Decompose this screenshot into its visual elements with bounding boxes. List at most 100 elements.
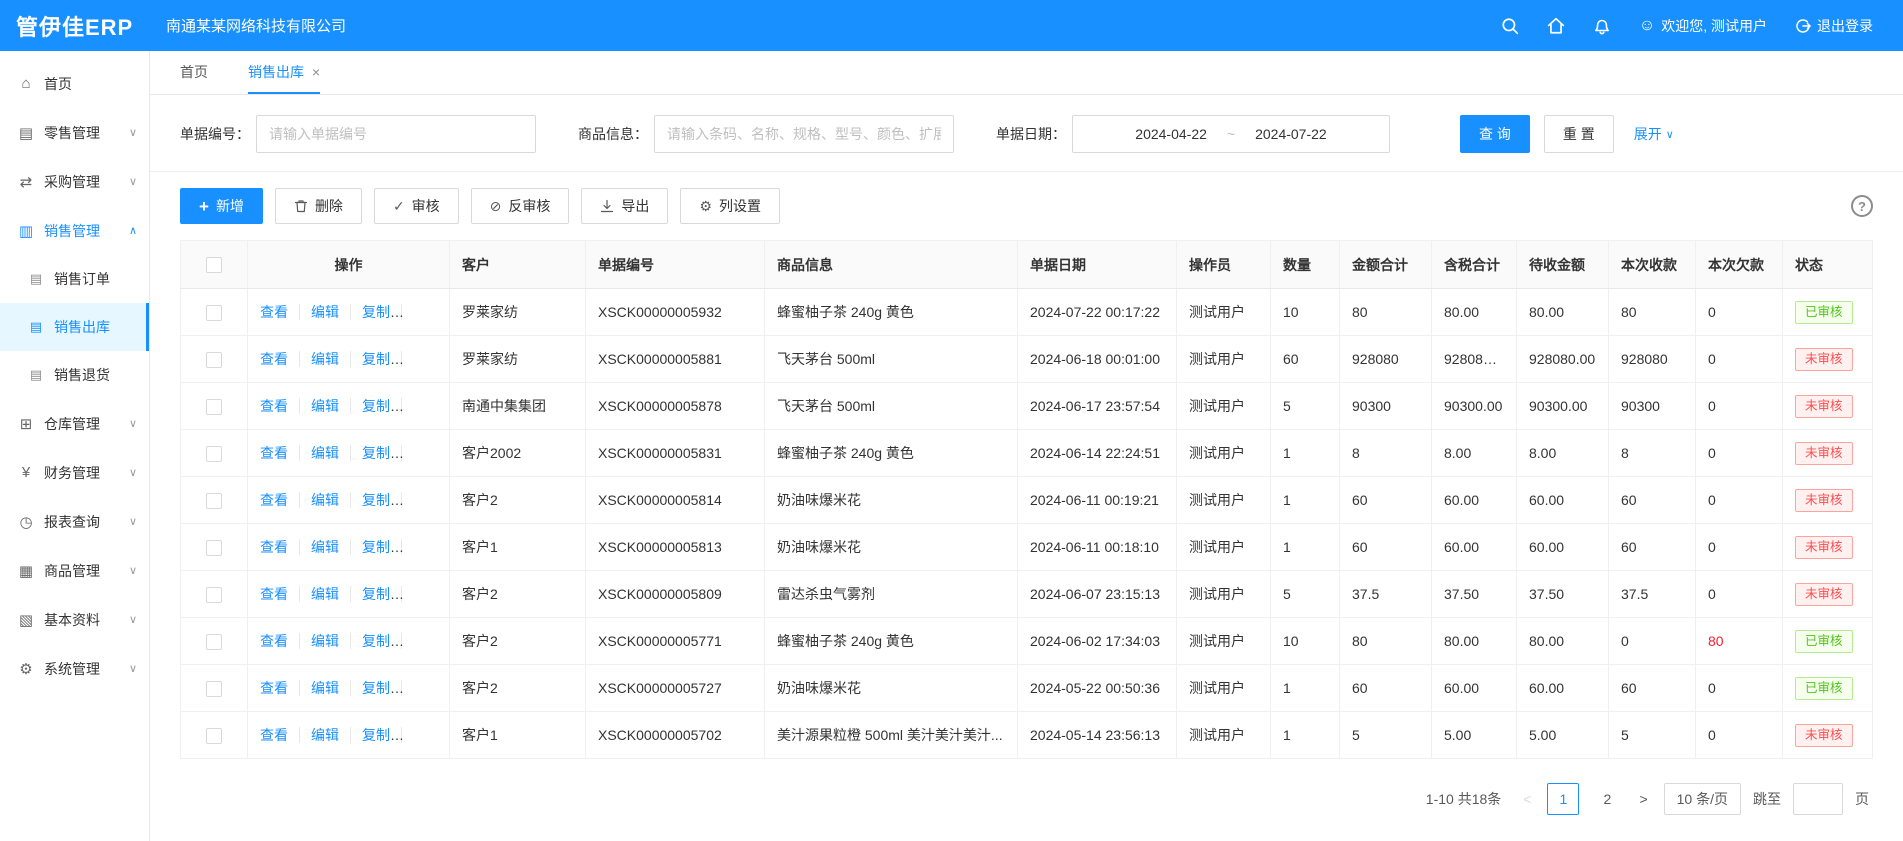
delete-link[interactable]: 删除 <box>401 586 441 602</box>
copy-link[interactable]: 复制 <box>350 633 390 649</box>
status-badge: 已审核 <box>1795 301 1853 324</box>
copy-link[interactable]: 复制 <box>350 586 390 602</box>
edit-link[interactable]: 编辑 <box>299 680 339 696</box>
search-button[interactable]: 查 询 <box>1460 115 1530 153</box>
copy-link[interactable]: 复制 <box>350 727 390 743</box>
sidebar-item-warehouse[interactable]: ⊞ 仓库管理 ∨ <box>0 399 149 448</box>
sidebar-item-sales[interactable]: ▥ 销售管理 ∧ <box>0 206 149 255</box>
select-all-checkbox[interactable] <box>206 257 222 273</box>
edit-link[interactable]: 编辑 <box>299 492 339 508</box>
sidebar-item-finance[interactable]: ¥ 财务管理 ∨ <box>0 448 149 497</box>
view-link[interactable]: 查看 <box>260 492 288 508</box>
unaudit-button[interactable]: ⊘ 反审核 <box>471 188 570 224</box>
view-link[interactable]: 查看 <box>260 304 288 320</box>
sidebar-item-sales-outbound[interactable]: ▤ 销售出库 <box>0 303 149 351</box>
bell-icon[interactable] <box>1593 17 1611 35</box>
export-button[interactable]: 导出 <box>581 188 668 224</box>
delete-link[interactable]: 删除 <box>401 351 441 367</box>
edit-link[interactable]: 编辑 <box>299 539 339 555</box>
sidebar-item-basics[interactable]: ▧ 基本资料 ∨ <box>0 595 149 644</box>
delete-link[interactable]: 删除 <box>401 398 441 414</box>
home-icon[interactable] <box>1547 17 1565 35</box>
add-button[interactable]: + 新增 <box>180 188 263 224</box>
row-checkbox[interactable] <box>206 493 222 509</box>
row-checkbox[interactable] <box>206 540 222 556</box>
sidebar-item-home[interactable]: ⌂ 首页 <box>0 59 149 108</box>
search-icon[interactable] <box>1501 17 1519 35</box>
sidebar-item-sales-order[interactable]: ▤ 销售订单 <box>0 255 149 303</box>
close-icon[interactable]: × <box>312 64 320 80</box>
page-size-select[interactable]: 10 条/页 <box>1664 783 1741 815</box>
date-to-value[interactable]: 2024-07-22 <box>1255 126 1327 142</box>
delete-link[interactable]: 删除 <box>401 445 441 461</box>
welcome-user[interactable]: ☺ 欢迎您, 测试用户 <box>1639 16 1767 36</box>
delete-link[interactable]: 删除 <box>401 539 441 555</box>
copy-link[interactable]: 复制 <box>350 445 390 461</box>
view-link[interactable]: 查看 <box>260 351 288 367</box>
logout-icon <box>1795 18 1811 34</box>
logout-button[interactable]: 退出登录 <box>1795 16 1873 36</box>
date-from-value[interactable]: 2024-04-22 <box>1135 126 1207 142</box>
view-link[interactable]: 查看 <box>260 727 288 743</box>
tab-home[interactable]: 首页 <box>180 51 208 94</box>
sidebar-item-retail[interactable]: ▤ 零售管理 ∨ <box>0 108 149 157</box>
edit-link[interactable]: 编辑 <box>299 727 339 743</box>
delete-button[interactable]: 删除 <box>275 188 362 224</box>
sidebar-item-system[interactable]: ⚙ 系统管理 ∨ <box>0 644 149 693</box>
edit-link[interactable]: 编辑 <box>299 398 339 414</box>
bill-no-input[interactable] <box>256 115 536 153</box>
date-range-picker[interactable]: 2024-04-22 ~ 2024-07-22 <box>1072 115 1390 153</box>
edit-link[interactable]: 编辑 <box>299 633 339 649</box>
copy-link[interactable]: 复制 <box>350 398 390 414</box>
cell-operator: 测试用户 <box>1177 289 1271 336</box>
column-settings-button[interactable]: ⚙ 列设置 <box>680 188 780 224</box>
next-page-button[interactable]: > <box>1635 791 1651 807</box>
sidebar-item-sales-return[interactable]: ▤ 销售退货 <box>0 351 149 399</box>
view-link[interactable]: 查看 <box>260 398 288 414</box>
delete-link[interactable]: 删除 <box>401 304 441 320</box>
cell-date: 2024-06-14 22:24:51 <box>1018 430 1177 477</box>
sidebar-item-purchase[interactable]: ⇄ 采购管理 ∨ <box>0 157 149 206</box>
view-link[interactable]: 查看 <box>260 633 288 649</box>
page-button-2[interactable]: 2 <box>1591 783 1623 815</box>
help-icon[interactable]: ? <box>1851 195 1873 217</box>
edit-link[interactable]: 编辑 <box>299 445 339 461</box>
view-link[interactable]: 查看 <box>260 445 288 461</box>
row-checkbox[interactable] <box>206 587 222 603</box>
delete-link[interactable]: 删除 <box>401 633 441 649</box>
row-checkbox[interactable] <box>206 399 222 415</box>
copy-link[interactable]: 复制 <box>350 351 390 367</box>
copy-link[interactable]: 复制 <box>350 492 390 508</box>
jump-to-input[interactable] <box>1793 783 1843 815</box>
page-button-1[interactable]: 1 <box>1547 783 1579 815</box>
row-checkbox[interactable] <box>206 446 222 462</box>
tab-sales-outbound[interactable]: 销售出库 × <box>248 51 320 94</box>
view-link[interactable]: 查看 <box>260 586 288 602</box>
row-checkbox[interactable] <box>206 305 222 321</box>
copy-link[interactable]: 复制 <box>350 680 390 696</box>
copy-link[interactable]: 复制 <box>350 304 390 320</box>
row-checkbox[interactable] <box>206 634 222 650</box>
reset-button[interactable]: 重 置 <box>1544 115 1614 153</box>
delete-link[interactable]: 删除 <box>401 680 441 696</box>
view-link[interactable]: 查看 <box>260 680 288 696</box>
delete-link[interactable]: 删除 <box>401 492 441 508</box>
delete-link[interactable]: 删除 <box>401 727 441 743</box>
sidebar-item-goods[interactable]: ▦ 商品管理 ∨ <box>0 546 149 595</box>
product-info-input[interactable] <box>654 115 954 153</box>
sidebar-item-reports[interactable]: ◷ 报表查询 ∨ <box>0 497 149 546</box>
edit-link[interactable]: 编辑 <box>299 586 339 602</box>
sidebar-item-label: 首页 <box>44 74 72 94</box>
cell-tax-total: 80.00 <box>1432 289 1517 336</box>
audit-button[interactable]: ✓ 审核 <box>374 188 459 224</box>
row-checkbox[interactable] <box>206 681 222 697</box>
cell-status: 未审核 <box>1783 383 1873 430</box>
edit-link[interactable]: 编辑 <box>299 351 339 367</box>
view-link[interactable]: 查看 <box>260 539 288 555</box>
expand-link[interactable]: 展开 ∨ <box>1634 124 1674 144</box>
row-checkbox[interactable] <box>206 352 222 368</box>
edit-link[interactable]: 编辑 <box>299 304 339 320</box>
row-checkbox[interactable] <box>206 728 222 744</box>
copy-link[interactable]: 复制 <box>350 539 390 555</box>
prev-page-button[interactable]: < <box>1519 791 1535 807</box>
